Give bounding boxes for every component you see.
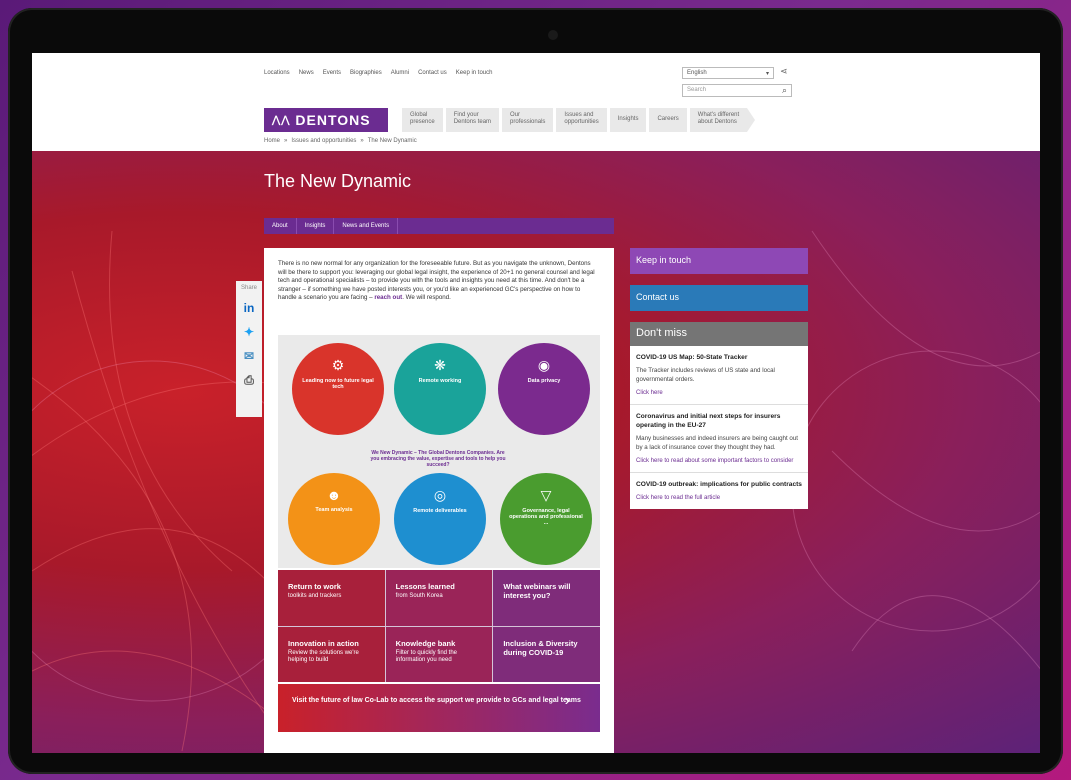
utility-link[interactable]: Keep in touch — [456, 70, 493, 76]
tile-knowledge-bank[interactable]: Knowledge bank Filter to quickly find the… — [385, 626, 493, 682]
page-title: The New Dynamic — [264, 171, 412, 191]
share-label: Share — [240, 285, 257, 291]
language-value: English — [687, 70, 707, 76]
nav-item[interactable]: Global presence — [402, 108, 443, 132]
nav-item[interactable]: Issues and opportunities — [556, 108, 607, 132]
utility-link[interactable]: Alumni — [391, 70, 409, 76]
sidebar: Keep in touch Contact us Don't miss COVI… — [630, 248, 808, 509]
infographic-circle[interactable]: ◎ Remote deliverables — [394, 473, 486, 565]
nav-item[interactable]: Careers — [649, 108, 687, 132]
dont-miss-heading: Don't miss — [630, 322, 808, 346]
breadcrumb-link[interactable]: Home — [264, 138, 280, 144]
nav-item[interactable]: Insights — [609, 108, 647, 132]
deliverables-icon: ◎ — [433, 487, 447, 503]
share-bar: Share in ✦ ✉ ⎙ — [236, 281, 262, 417]
network-icon: ❋ — [434, 357, 446, 373]
dont-miss-panel: Don't miss COVID-19 US Map: 50-State Tra… — [630, 322, 808, 509]
email-icon[interactable]: ✉ — [244, 349, 254, 363]
co-lab-banner[interactable]: Visit the future of law Co-Lab to access… — [278, 684, 600, 732]
main-nav: Global presence Find your Dentons team Our… — [402, 108, 756, 132]
tablet-frame: Locations News Events Biographies Alumni… — [8, 8, 1063, 774]
dont-miss-link[interactable]: Click here to read the full article — [636, 494, 802, 502]
logo-mark-icon: ⋀⋀ — [272, 114, 291, 126]
infographic-circle[interactable]: ☻ Team analysis — [288, 473, 380, 565]
breadcrumb-separator: » — [284, 138, 288, 144]
nav-item[interactable]: Our professionals — [502, 108, 554, 132]
infographic[interactable]: ⚙ Leading now to future legal tech ❋ Remot… — [278, 335, 600, 568]
tab-news-events[interactable]: News and Events — [334, 218, 399, 234]
search-placeholder: Search — [687, 87, 707, 93]
team-icon: ☻ — [326, 487, 342, 503]
site-header: Locations News Events Biographies Alumni… — [32, 53, 1040, 151]
topic-tiles: Return to work toolkits and trackers Less… — [278, 570, 600, 682]
utility-link[interactable]: Events — [323, 70, 341, 76]
gavel-icon: ⚙ — [331, 357, 345, 373]
breadcrumb: Home » Issues and opportunities » The Ne… — [264, 138, 417, 144]
breadcrumb-current: The New Dynamic — [367, 138, 417, 144]
nav-item[interactable]: What's different about Dentons — [689, 108, 756, 132]
dont-miss-item: COVID-19 US Map: 50-State Tracker The Tr… — [630, 346, 808, 405]
keep-in-touch-button[interactable]: Keep in touch — [630, 248, 808, 274]
chevron-right-icon: › — [564, 692, 570, 709]
tile-innovation[interactable]: Innovation in action Review the solutions… — [278, 626, 385, 682]
search-input[interactable]: Search ⌕ — [682, 84, 792, 97]
search-icon[interactable]: ⌕ — [782, 85, 787, 96]
tile-lessons-learned[interactable]: Lessons learned from South Korea — [385, 570, 493, 626]
linkedin-icon[interactable]: in — [244, 301, 255, 315]
infographic-caption: We New Dynamic – The Global Dentons Comp… — [370, 450, 506, 468]
twitter-icon[interactable]: ✦ — [244, 325, 254, 339]
dont-miss-link[interactable]: Click here — [636, 389, 802, 397]
section-tabs: About Insights News and Events — [264, 218, 614, 234]
tile-webinars[interactable]: What webinars will interest you? — [493, 570, 600, 626]
tile-return-to-work[interactable]: Return to work toolkits and trackers — [278, 570, 385, 626]
camera-dot — [548, 30, 558, 40]
browser-screen: Locations News Events Biographies Alumni… — [32, 53, 1040, 753]
scales-icon: ▽ — [540, 487, 552, 503]
infographic-circle[interactable]: ❋ Remote working — [394, 343, 486, 435]
breadcrumb-separator: » — [360, 138, 364, 144]
tab-insights[interactable]: Insights — [297, 218, 335, 234]
dont-miss-link[interactable]: Click here to read about some important … — [636, 457, 802, 465]
chevron-down-icon: ▾ — [765, 71, 769, 77]
main-content-panel: There is no new normal for any organizat… — [264, 248, 614, 753]
dont-miss-item: Coronavirus and initial next steps for i… — [630, 405, 808, 473]
utility-nav: Locations News Events Biographies Alumni… — [264, 70, 492, 76]
utility-link[interactable]: News — [299, 70, 314, 76]
nav-item[interactable]: Find your Dentons team — [445, 108, 500, 132]
utility-link[interactable]: Biographies — [350, 70, 382, 76]
utility-link[interactable]: Locations — [264, 70, 290, 76]
banner-text: Visit the future of law Co-Lab to access… — [292, 697, 581, 704]
print-icon[interactable]: ⎙ — [244, 373, 254, 388]
infographic-circle[interactable]: ◉ Data privacy — [498, 343, 590, 435]
tab-about[interactable]: About — [264, 218, 297, 234]
share-icon[interactable]: ⋖ — [780, 66, 788, 77]
contact-us-button[interactable]: Contact us — [630, 285, 808, 311]
language-select[interactable]: English ▾ — [682, 67, 774, 79]
lock-icon: ◉ — [537, 357, 551, 373]
utility-link[interactable]: Contact us — [418, 70, 447, 76]
infographic-circle[interactable]: ⚙ Leading now to future legal tech — [292, 343, 384, 435]
hero-background: The New Dynamic About Insights News and … — [32, 151, 1040, 753]
brand-name: DENTONS — [295, 112, 371, 128]
infographic-circle[interactable]: ▽ Governance, legal operations and profes… — [500, 473, 592, 565]
dont-miss-item: COVID-19 outbreak: implications for publ… — [636, 481, 802, 502]
reach-out-link[interactable]: reach out — [374, 294, 402, 301]
breadcrumb-link[interactable]: Issues and opportunities — [291, 138, 356, 144]
dentons-logo[interactable]: ⋀⋀ DENTONS — [264, 108, 388, 132]
tile-inclusion-diversity[interactable]: Inclusion & Diversity during COVID-19 — [493, 626, 600, 682]
intro-paragraph: There is no new normal for any organizat… — [278, 260, 595, 302]
